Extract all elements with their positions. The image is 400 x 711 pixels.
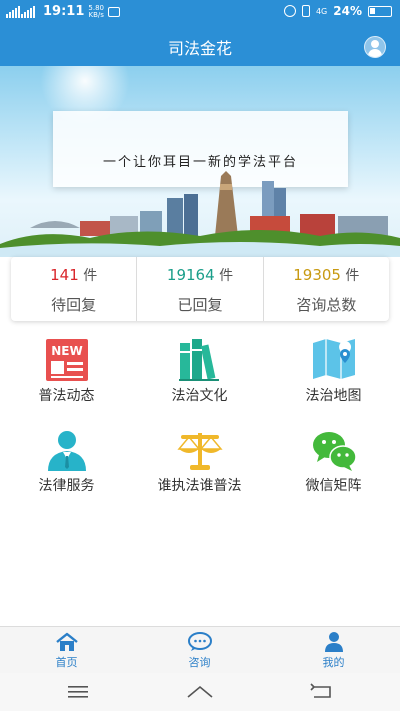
feature-label: 谁执法谁普法 bbox=[157, 478, 242, 494]
feature-label: 普法动态 bbox=[38, 388, 95, 404]
feature-law-news[interactable]: NEW 普法动态 bbox=[0, 335, 133, 415]
scales-icon bbox=[177, 433, 223, 470]
alarm-icon bbox=[283, 5, 296, 17]
wechat-icon bbox=[313, 432, 357, 471]
home-icon bbox=[56, 632, 78, 651]
page-title: 司法金花 bbox=[167, 39, 232, 58]
nav-label: 咨询 bbox=[188, 656, 211, 669]
user-avatar-icon[interactable] bbox=[364, 36, 386, 58]
feature-wechat-matrix[interactable]: 微信矩阵 bbox=[267, 425, 400, 505]
feature-law-culture[interactable]: 法治文化 bbox=[133, 335, 266, 415]
feature-label: 法治地图 bbox=[305, 388, 362, 404]
stat-unit: 件 bbox=[83, 268, 98, 284]
feature-legal-service[interactable]: 法律服务 bbox=[0, 425, 133, 505]
network-type: 4G bbox=[315, 6, 328, 16]
bottom-nav: 首页 咨询 我的 bbox=[0, 626, 400, 673]
stat-replied[interactable]: 19164 件 已回复 bbox=[136, 257, 262, 321]
battery-percent: 24% bbox=[333, 4, 362, 18]
feature-law-map[interactable]: 法治地图 bbox=[267, 335, 400, 415]
stat-pending[interactable]: 141 件 待回复 bbox=[11, 257, 136, 321]
menu-icon[interactable] bbox=[58, 681, 98, 703]
message-icon bbox=[107, 6, 120, 17]
battery-icon bbox=[368, 5, 392, 17]
nav-label: 我的 bbox=[322, 656, 345, 669]
nav-consult[interactable]: 咨询 bbox=[133, 627, 266, 674]
vibrate-icon bbox=[301, 5, 310, 17]
stat-label: 咨询总数 bbox=[296, 296, 357, 314]
home-button-icon[interactable] bbox=[180, 681, 220, 703]
back-icon[interactable] bbox=[302, 681, 342, 703]
profile-icon bbox=[325, 632, 343, 652]
chat-icon bbox=[188, 632, 212, 651]
stats-panel: 141 件 待回复 19164 件 已回复 19305 件 咨询总数 bbox=[11, 257, 389, 321]
banner[interactable]: 一个让你耳目一新的学法平台 bbox=[0, 66, 400, 257]
network-speed: 5.80 KB/s bbox=[88, 3, 104, 19]
stat-unit: 件 bbox=[345, 268, 360, 284]
lawyer-icon bbox=[48, 431, 86, 471]
stat-label: 已回复 bbox=[177, 296, 223, 314]
feature-label: 法律服务 bbox=[38, 478, 95, 494]
nav-label: 首页 bbox=[55, 656, 78, 669]
feature-label: 法治文化 bbox=[171, 388, 228, 404]
books-icon bbox=[179, 339, 219, 381]
title-bar: 司法金花 bbox=[0, 26, 400, 66]
feature-label: 微信矩阵 bbox=[305, 478, 362, 494]
nav-home[interactable]: 首页 bbox=[0, 627, 133, 674]
svg-text:NEW: NEW bbox=[51, 344, 82, 358]
stat-value: 141 bbox=[50, 266, 79, 284]
system-nav-bar bbox=[0, 673, 400, 711]
nav-mine[interactable]: 我的 bbox=[267, 627, 400, 674]
feature-enforce-publicize[interactable]: 谁执法谁普法 bbox=[133, 425, 266, 505]
city-skyline-illustration bbox=[0, 171, 400, 257]
status-bar: 19:11 5.80 KB/s 4G 24% bbox=[0, 0, 400, 26]
stat-value: 19164 bbox=[166, 266, 215, 284]
news-icon: NEW bbox=[46, 339, 88, 381]
status-time: 19:11 bbox=[43, 4, 85, 19]
stat-total[interactable]: 19305 件 咨询总数 bbox=[262, 257, 389, 321]
stat-unit: 件 bbox=[219, 268, 234, 284]
signal-icon bbox=[6, 5, 35, 18]
map-icon bbox=[313, 339, 355, 379]
stat-label: 待回复 bbox=[51, 296, 97, 314]
stat-value: 19305 bbox=[293, 266, 341, 284]
